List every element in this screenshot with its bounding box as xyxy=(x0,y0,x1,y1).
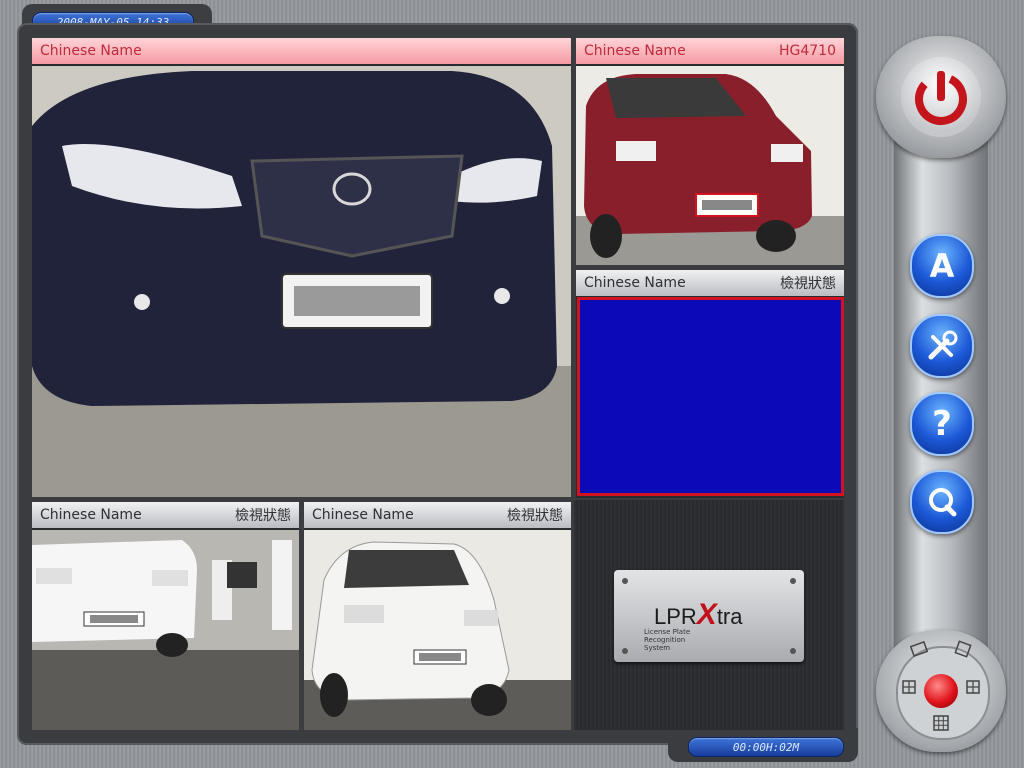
screw-icon xyxy=(622,648,628,654)
car-image-2 xyxy=(576,66,844,265)
camera-3-header: Chinese Name 檢視狀態 xyxy=(576,270,844,296)
car-image-5 xyxy=(304,530,571,730)
camera-4-feed[interactable] xyxy=(32,530,299,730)
car-image-4 xyxy=(32,530,299,730)
camera-5-name: Chinese Name xyxy=(312,507,414,523)
control-panel: A ? xyxy=(876,36,1006,752)
lprxtra-logo: LPRXtra License Plate Recognition System xyxy=(614,570,804,662)
camera-2-feed[interactable] xyxy=(576,66,844,265)
camera-2-header: Chinese Name HG4710 xyxy=(576,38,844,64)
camera-5-header: Chinese Name 檢視狀態 xyxy=(304,502,571,528)
layout-grid-icon[interactable] xyxy=(964,678,982,696)
help-icon: ? xyxy=(932,404,952,444)
camera-view-1[interactable]: Chinese Name xyxy=(32,38,571,497)
duration-display: 00:00H:02M xyxy=(688,737,844,757)
layout-nine-grid-icon[interactable] xyxy=(932,714,950,732)
screw-icon xyxy=(790,578,796,584)
camera-1-header: Chinese Name xyxy=(32,38,571,64)
camera-3-no-signal[interactable] xyxy=(577,297,844,496)
camera-4-status: 檢視狀態 xyxy=(235,508,291,524)
tools-icon xyxy=(928,330,958,360)
power-button[interactable] xyxy=(876,36,1006,158)
logo-x-mark: X xyxy=(696,598,717,631)
camera-3-status: 檢視狀態 xyxy=(780,276,836,292)
camera-view-2[interactable]: Chinese Name HG4710 xyxy=(576,38,844,265)
screw-icon xyxy=(622,578,628,584)
help-button[interactable]: ? xyxy=(910,392,974,456)
layout-quad-icon[interactable] xyxy=(954,640,972,658)
camera-view-5[interactable]: Chinese Name 檢視狀態 xyxy=(304,502,571,730)
logo-wordmark: LPRXtra xyxy=(654,598,743,632)
camera-view-4[interactable]: Chinese Name 檢視狀態 xyxy=(32,502,299,730)
camera-1-feed[interactable] xyxy=(32,66,571,497)
camera-4-name: Chinese Name xyxy=(40,507,142,523)
record-button[interactable] xyxy=(924,674,958,708)
camera-4-header: Chinese Name 檢視狀態 xyxy=(32,502,299,528)
layout-single-icon[interactable] xyxy=(910,640,928,658)
car-image-1 xyxy=(32,66,571,497)
search-button[interactable] xyxy=(910,470,974,534)
camera-1-name: Chinese Name xyxy=(40,43,142,59)
letter-a-icon: A xyxy=(929,247,955,285)
logo-prefix: LPR xyxy=(654,604,697,629)
camera-3-name: Chinese Name xyxy=(584,275,686,291)
logo-tagline: License Plate Recognition System xyxy=(644,628,691,652)
auto-mode-button[interactable]: A xyxy=(910,234,974,298)
camera-5-feed[interactable] xyxy=(304,530,571,730)
settings-button[interactable] xyxy=(910,314,974,378)
layout-grid-icon[interactable] xyxy=(900,678,918,696)
logo-suffix: tra xyxy=(716,604,743,629)
layout-dial[interactable] xyxy=(876,630,1006,752)
camera-5-status: 檢視狀態 xyxy=(507,508,563,524)
camera-2-name: Chinese Name xyxy=(584,43,686,59)
power-icon xyxy=(915,71,967,125)
screw-icon xyxy=(790,648,796,654)
search-icon xyxy=(929,488,957,517)
camera-2-status: HG4710 xyxy=(778,43,836,59)
power-button-face xyxy=(901,57,981,137)
